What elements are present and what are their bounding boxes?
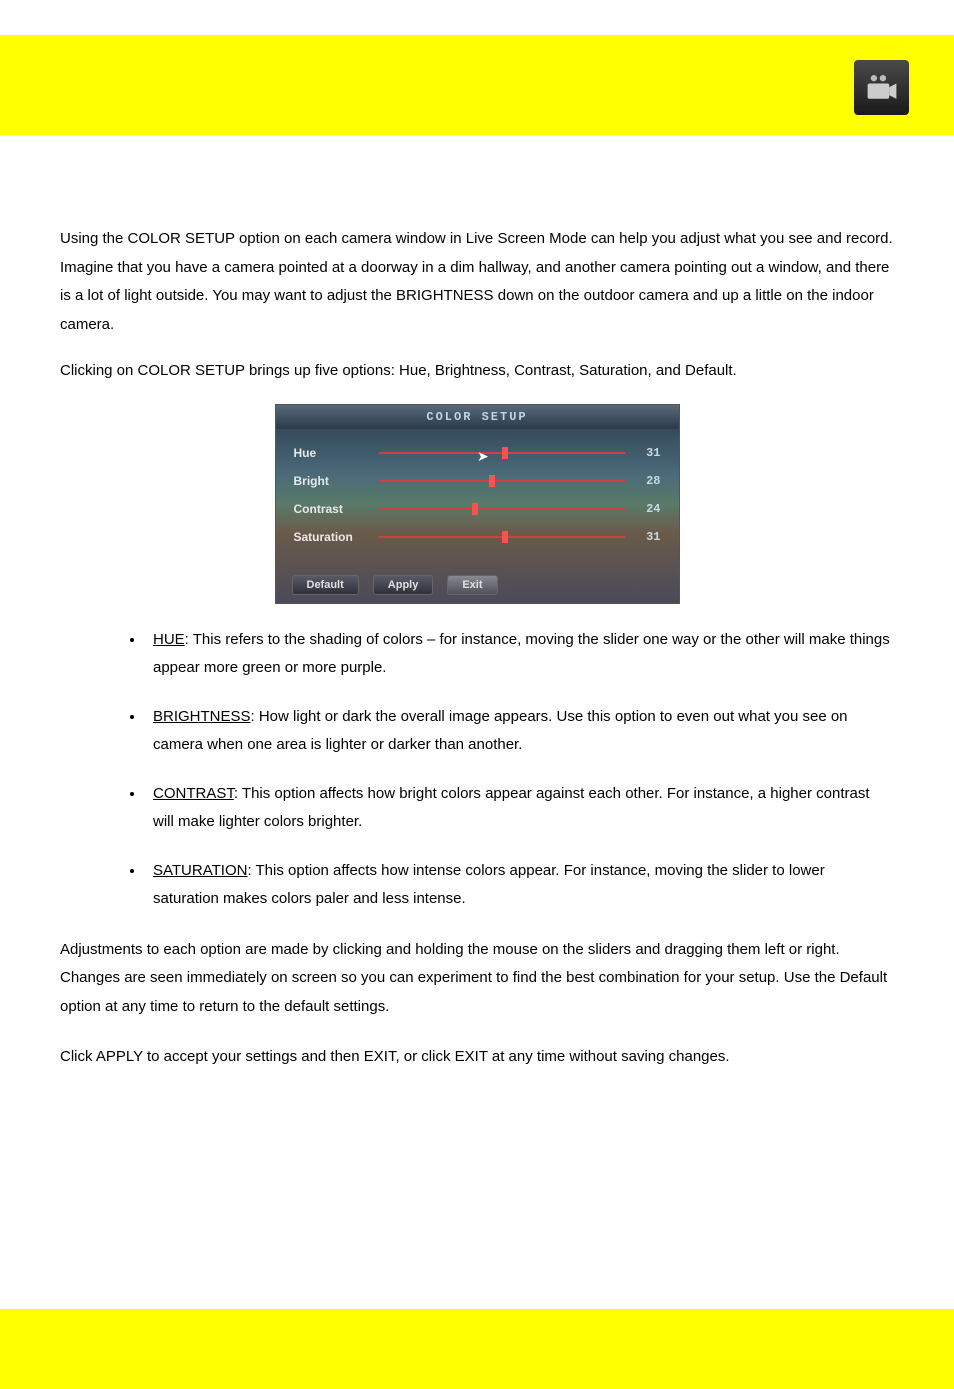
hue-term: HUE bbox=[153, 631, 185, 648]
saturation-row: Saturation 31 bbox=[294, 523, 661, 551]
brightness-term: BRIGHTNESS bbox=[153, 708, 251, 725]
hue-slider[interactable] bbox=[379, 452, 625, 454]
hue-label: Hue bbox=[294, 446, 379, 460]
default-button[interactable]: Default bbox=[292, 575, 359, 595]
contrast-slider[interactable] bbox=[379, 508, 625, 510]
contrast-definition: CONTRAST: This option affects how bright… bbox=[145, 780, 894, 837]
contrast-text: : This option affects how bright colors … bbox=[153, 785, 870, 831]
hue-thumb[interactable] bbox=[502, 447, 508, 459]
saturation-text: : This option affects how intense colors… bbox=[153, 862, 825, 908]
page-content: Using the COLOR SETUP option on each cam… bbox=[0, 135, 954, 1072]
slider-area: Hue 31 Bright 28 Contrast 24 Saturation … bbox=[276, 429, 679, 551]
hue-row: Hue 31 bbox=[294, 439, 661, 467]
bright-label: Bright bbox=[294, 474, 379, 488]
contrast-term: CONTRAST bbox=[153, 785, 234, 802]
header-bar bbox=[0, 35, 954, 135]
screenshot-title: COLOR SETUP bbox=[276, 405, 679, 429]
definition-list: HUE: This refers to the shading of color… bbox=[60, 626, 894, 914]
closing-paragraph-1: Adjustments to each option are made by c… bbox=[60, 936, 894, 1022]
saturation-definition: SATURATION: This option affects how inte… bbox=[145, 857, 894, 914]
hue-definition: HUE: This refers to the shading of color… bbox=[145, 626, 894, 683]
bright-slider[interactable] bbox=[379, 480, 625, 482]
brightness-definition: BRIGHTNESS: How light or dark the overal… bbox=[145, 703, 894, 760]
hue-text: : This refers to the shading of colors –… bbox=[153, 631, 890, 677]
bright-thumb[interactable] bbox=[489, 475, 495, 487]
contrast-row: Contrast 24 bbox=[294, 495, 661, 523]
saturation-label: Saturation bbox=[294, 530, 379, 544]
camera-icon bbox=[854, 60, 909, 115]
bright-value: 28 bbox=[635, 474, 661, 488]
saturation-thumb[interactable] bbox=[502, 531, 508, 543]
hue-value: 31 bbox=[635, 446, 661, 460]
button-row: Default Apply Exit bbox=[276, 575, 679, 603]
exit-button[interactable]: Exit bbox=[447, 575, 497, 595]
contrast-value: 24 bbox=[635, 502, 661, 516]
intro-paragraph-2: Clicking on COLOR SETUP brings up five o… bbox=[60, 357, 894, 386]
contrast-label: Contrast bbox=[294, 502, 379, 516]
color-setup-screenshot: COLOR SETUP Hue 31 Bright 28 Contrast 24… bbox=[275, 404, 680, 604]
brightness-text: : How light or dark the overall image ap… bbox=[153, 708, 848, 754]
contrast-thumb[interactable] bbox=[472, 503, 478, 515]
saturation-value: 31 bbox=[635, 530, 661, 544]
apply-button[interactable]: Apply bbox=[373, 575, 434, 595]
saturation-term: SATURATION bbox=[153, 862, 247, 879]
intro-paragraph-1: Using the COLOR SETUP option on each cam… bbox=[60, 225, 894, 339]
saturation-slider[interactable] bbox=[379, 536, 625, 538]
footer-bar bbox=[0, 1309, 954, 1389]
closing-paragraph-2: Click APPLY to accept your settings and … bbox=[60, 1043, 894, 1072]
bright-row: Bright 28 bbox=[294, 467, 661, 495]
